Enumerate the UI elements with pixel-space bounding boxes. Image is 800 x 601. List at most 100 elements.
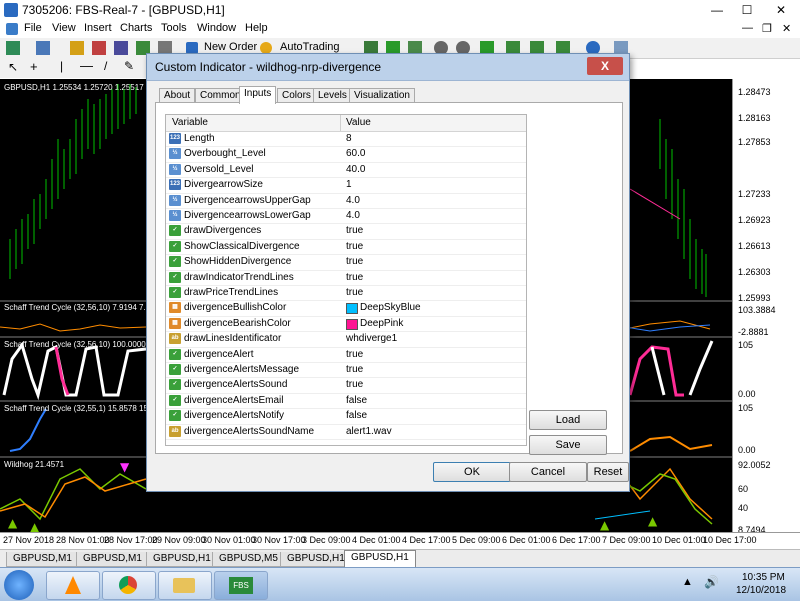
menu-view[interactable]: View (52, 22, 76, 34)
input-value[interactable]: true (346, 241, 363, 252)
tab-visualization[interactable]: Visualization (349, 88, 415, 103)
ok-button[interactable]: OK (433, 462, 511, 482)
fbs-taskbar-button[interactable]: FBS (214, 571, 268, 600)
child-restore-icon[interactable]: ❐ (762, 22, 772, 35)
input-row[interactable]: ½ DivergencearrowsUpperGap 4.0 (166, 193, 526, 209)
input-row[interactable]: ✓ drawIndicatorTrendLines true (166, 270, 526, 286)
input-row[interactable]: ab drawLinesIdentificator whdiverge1 (166, 331, 526, 348)
input-value[interactable]: 4.0 (346, 195, 360, 206)
input-value[interactable]: 8 (346, 133, 352, 144)
chrome-taskbar-button[interactable] (102, 571, 156, 600)
vlc-taskbar-button[interactable] (46, 571, 100, 600)
color-swatch[interactable] (346, 318, 358, 330)
chart-tab[interactable]: GBPUSD,H1 (146, 552, 218, 567)
text-tool-icon[interactable]: ✎ (124, 59, 134, 73)
profiles-icon[interactable] (36, 41, 50, 55)
input-row[interactable]: 123 DivergearrowSize 1 (166, 177, 526, 194)
chart-tab[interactable]: GBPUSD,M5 (212, 552, 285, 567)
input-row[interactable]: ✓ divergenceAlertsEmail false (166, 393, 526, 410)
vertical-line-icon[interactable]: | (60, 59, 63, 73)
new-chart-icon[interactable] (6, 41, 20, 55)
tab-levels[interactable]: Levels (313, 88, 352, 103)
input-value[interactable]: whdiverge1 (346, 333, 397, 344)
tray-arrow-icon[interactable]: ▲ (682, 576, 693, 588)
menu-insert[interactable]: Insert (84, 22, 112, 34)
close-icon[interactable]: ✕ (764, 1, 798, 19)
input-row[interactable]: ½ DivergencearrowsLowerGap 4.0 (166, 208, 526, 225)
input-value[interactable]: true (346, 287, 363, 298)
input-value[interactable]: true (346, 256, 363, 267)
data-window-icon[interactable] (92, 41, 106, 55)
input-value[interactable]: false (346, 410, 367, 421)
inputs-grid[interactable]: Variable Value 123 Length 8 ½ Overbought_Lev… (165, 114, 527, 446)
input-value[interactable]: alert1.wav (346, 426, 392, 437)
color-swatch[interactable] (346, 303, 358, 315)
price-label: 60 (738, 484, 749, 494)
input-row[interactable]: ab divergenceAlertsSoundName alert1.wav (166, 424, 526, 440)
input-value[interactable]: false (346, 395, 367, 406)
input-value[interactable]: 4.0 (346, 210, 360, 221)
input-value[interactable]: 1 (346, 179, 352, 190)
input-row[interactable]: ▦ divergenceBearishColor DeepPink (166, 316, 526, 333)
maximize-icon[interactable]: ☐ (734, 1, 760, 19)
input-variable-name: drawLinesIdentificator (184, 333, 282, 345)
input-value[interactable]: true (346, 225, 363, 236)
cancel-button[interactable]: Cancel (509, 462, 587, 482)
navigator-icon[interactable] (114, 41, 128, 55)
chart-menu-icon[interactable] (6, 23, 18, 35)
input-value[interactable]: true (346, 349, 363, 360)
input-value[interactable]: true (346, 272, 363, 283)
tab-inputs[interactable]: Inputs (239, 86, 277, 104)
input-row[interactable]: ½ Oversold_Level 40.0 (166, 162, 526, 179)
menu-file[interactable]: File (24, 22, 42, 34)
chart-tab[interactable]: GBPUSD,M1 (6, 552, 79, 567)
input-variable-name: DivergencearrowsUpperGap (184, 194, 311, 206)
save-button[interactable]: Save (529, 435, 607, 455)
input-row[interactable]: ✓ ShowClassicalDivergence true (166, 239, 526, 256)
input-value[interactable]: DeepPink (360, 318, 403, 329)
tab-common[interactable]: Common (195, 88, 246, 103)
cursor-icon[interactable]: ↖ (8, 60, 18, 74)
tab-colors[interactable]: Colors (277, 88, 316, 103)
input-value[interactable]: DeepSkyBlue (360, 302, 421, 313)
trendline-icon[interactable]: / (104, 59, 107, 73)
input-value[interactable]: true (346, 364, 363, 375)
menu-charts[interactable]: Charts (120, 22, 152, 34)
chart-tab[interactable]: GBPUSD,M1 (76, 552, 149, 567)
input-row[interactable]: ½ Overbought_Level 60.0 (166, 146, 526, 163)
input-value[interactable]: 40.0 (346, 164, 365, 175)
input-row[interactable]: ✓ divergenceAlertsMessage true (166, 362, 526, 379)
clock-time[interactable]: 10:35 PM (742, 572, 785, 583)
input-row[interactable]: ✓ ShowHiddenDivergence true (166, 254, 526, 271)
start-button-icon[interactable] (4, 570, 34, 600)
menu-tools[interactable]: Tools (161, 22, 187, 34)
market-watch-icon[interactable] (70, 41, 84, 55)
child-minimize-icon[interactable]: — (742, 22, 753, 34)
input-row[interactable]: ✓ divergenceAlertsSound true (166, 377, 526, 394)
explorer-taskbar-button[interactable] (158, 571, 212, 600)
chart-tab[interactable]: GBPUSD,H1 (280, 552, 352, 567)
child-close-icon[interactable]: ✕ (782, 22, 791, 35)
input-row[interactable]: ✓ drawDivergences true (166, 223, 526, 240)
minimize-icon[interactable]: — (704, 1, 730, 19)
input-value[interactable]: 60.0 (346, 148, 365, 159)
menu-help[interactable]: Help (245, 22, 268, 34)
dialog-close-button[interactable]: X (587, 57, 623, 75)
load-button[interactable]: Load (529, 410, 607, 430)
input-value[interactable]: true (346, 379, 363, 390)
chart-tab-active[interactable]: GBPUSD,H1 (344, 550, 416, 568)
tab-about[interactable]: About (159, 88, 196, 103)
menu-window[interactable]: Window (197, 22, 236, 34)
clock-date[interactable]: 12/10/2018 (736, 585, 786, 596)
input-row[interactable]: ✓ drawPriceTrendLines true (166, 285, 526, 302)
input-row[interactable]: 123 Length 8 (166, 131, 526, 148)
input-row[interactable]: ✓ divergenceAlert true (166, 347, 526, 363)
price-label: 105 (738, 403, 754, 413)
time-label: 28 Nov 01:00 (56, 535, 110, 545)
input-row[interactable]: ▦ divergenceBullishColor DeepSkyBlue (166, 300, 526, 317)
crosshair-icon[interactable]: + (30, 59, 38, 74)
reset-button[interactable]: Reset (587, 462, 629, 482)
speaker-icon[interactable]: 🔊 (704, 575, 719, 589)
horizontal-line-icon[interactable]: — (80, 58, 93, 73)
input-row[interactable]: ✓ divergenceAlertsNotify false (166, 408, 526, 425)
